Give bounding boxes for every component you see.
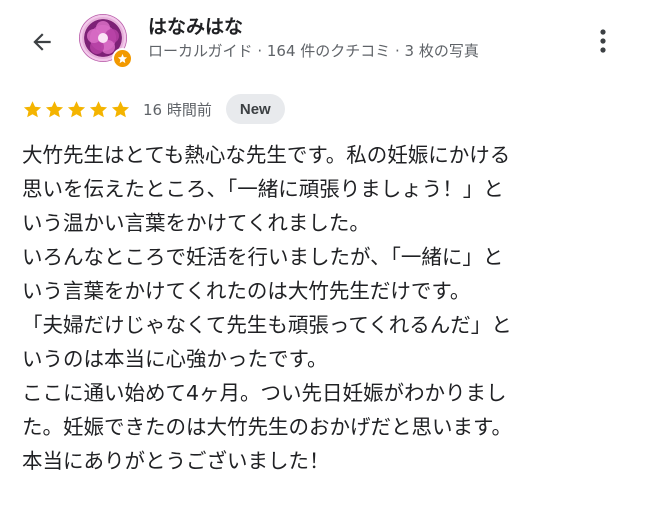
more-options-button[interactable] bbox=[586, 22, 620, 60]
review-line: 「夫婦だけじゃなくて先生も頑張ってくれるんだ」と bbox=[22, 313, 512, 337]
more-vert-icon bbox=[600, 29, 606, 53]
review-header: はなみはな ローカルガイド · 164 件のクチコミ · 3 枚の写真 bbox=[0, 0, 645, 92]
review-line: いうのは本当に心強かったです。 bbox=[22, 347, 328, 371]
user-name[interactable]: はなみはな bbox=[148, 12, 243, 39]
review-line: 大竹先生はとても熱心な先生です。私の妊娠にかける bbox=[22, 143, 511, 167]
star-badge-icon bbox=[117, 53, 128, 64]
star-rating bbox=[22, 99, 131, 120]
review-line: ここに通い始めて4ヶ月。つい先日妊娠がわかりまし bbox=[22, 381, 507, 405]
back-button[interactable] bbox=[22, 22, 62, 62]
avatar[interactable] bbox=[79, 14, 133, 69]
star-icon bbox=[23, 100, 42, 117]
rating-row: 16 時間前 New bbox=[22, 94, 285, 124]
user-meta: ローカルガイド · 164 件のクチコミ · 3 枚の写真 bbox=[148, 42, 479, 60]
review-line: いう温かい言葉をかけてくれました。 bbox=[22, 211, 370, 235]
review-line: 思いを伝えたところ、「一緒に頑張りましょう！」と bbox=[22, 177, 504, 201]
review-line: 本当にありがとうございました！ bbox=[22, 449, 330, 473]
star-icon bbox=[89, 100, 108, 117]
review-line: いう言葉をかけてくれたのは大竹先生だけです。 bbox=[22, 279, 471, 303]
star-icon bbox=[67, 100, 86, 117]
review-time: 16 時間前 bbox=[143, 100, 212, 119]
star-icon bbox=[111, 100, 130, 117]
star-icon bbox=[45, 100, 64, 117]
review-line: た。妊娠できたのは大竹先生のおかげだと思います。 bbox=[22, 415, 512, 439]
new-badge: New bbox=[225, 94, 285, 124]
local-guide-badge bbox=[112, 48, 133, 69]
review-line: いろんなところで妊活を行いましたが、「一緒に」と bbox=[22, 245, 504, 269]
review-text: 大竹先生はとても熱心な先生です。私の妊娠にかける 思いを伝えたところ、「一緒に頑… bbox=[22, 138, 622, 478]
arrow-left-icon bbox=[33, 33, 51, 51]
